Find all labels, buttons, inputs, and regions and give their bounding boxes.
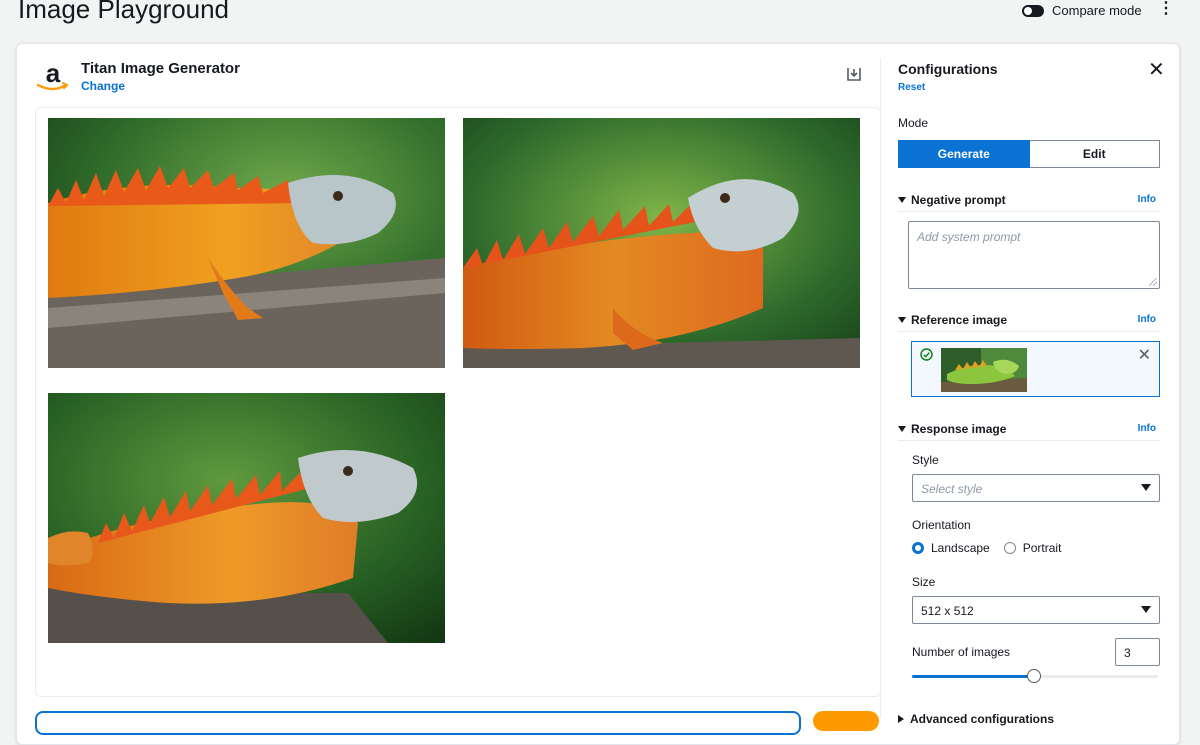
compare-mode-toggle[interactable]: Compare mode	[1022, 3, 1142, 18]
slider-handle[interactable]	[1026, 669, 1041, 683]
caret-down-icon	[898, 426, 906, 432]
panel-divider	[880, 58, 881, 718]
mode-edit-button[interactable]: Edit	[1029, 140, 1160, 168]
negative-prompt-textarea[interactable]: Add system prompt	[908, 221, 1160, 289]
toggle-switch[interactable]	[1022, 4, 1044, 17]
orientation-label: Orientation	[912, 518, 971, 532]
compare-mode-label: Compare mode	[1052, 3, 1142, 18]
reference-image-section[interactable]: Reference image Info	[898, 313, 1160, 332]
reset-link[interactable]: Reset	[898, 82, 925, 93]
landscape-label[interactable]: Landscape	[931, 541, 990, 555]
response-image-label: Response image	[911, 422, 1007, 436]
advanced-configurations-section[interactable]: Advanced configurations	[898, 712, 1054, 726]
radio-landscape[interactable]	[912, 542, 924, 554]
size-label: Size	[912, 575, 936, 589]
negative-prompt-placeholder: Add system prompt	[917, 230, 1021, 244]
generated-image-3[interactable]	[48, 393, 445, 643]
kebab-icon[interactable]: ⋮	[1158, 1, 1174, 17]
caret-down-icon	[1141, 606, 1151, 613]
number-of-images-value: 3	[1124, 646, 1131, 660]
orientation-radio-group: Landscape Portrait	[912, 541, 1061, 555]
prompt-input[interactable]	[35, 711, 801, 735]
style-placeholder: Select style	[921, 482, 983, 496]
reference-image-thumbnail	[941, 348, 1027, 392]
number-of-images-label: Number of images	[912, 645, 1011, 659]
check-circle-icon	[920, 348, 933, 361]
number-of-images-slider[interactable]	[912, 669, 1158, 683]
mode-label: Mode	[898, 116, 929, 130]
advanced-configurations-label: Advanced configurations	[910, 712, 1055, 726]
slider-fill	[912, 675, 1033, 678]
configurations-title: Configurations	[898, 61, 998, 77]
size-select[interactable]: 512 x 512	[912, 596, 1160, 624]
mode-generate-button[interactable]: Generate	[898, 140, 1030, 168]
caret-down-icon	[898, 197, 906, 203]
response-image-info-link[interactable]: Info	[1138, 423, 1156, 434]
style-label: Style	[912, 453, 939, 467]
size-value: 512 x 512	[921, 604, 974, 618]
image-gallery	[35, 107, 881, 697]
close-icon[interactable]: ✕	[1148, 60, 1165, 80]
amazon-logo: a	[36, 60, 69, 91]
caret-right-icon	[898, 715, 904, 723]
model-name: Titan Image Generator	[81, 60, 240, 77]
caret-down-icon	[898, 317, 906, 323]
radio-portrait[interactable]	[1003, 542, 1016, 554]
generated-image-2[interactable]	[463, 118, 860, 368]
mode-segmented-control: Generate Edit	[898, 140, 1160, 168]
negative-prompt-label: Negative prompt	[911, 193, 1006, 207]
reference-image-info-link[interactable]: Info	[1138, 314, 1156, 325]
number-of-images-input[interactable]: 3	[1115, 638, 1160, 666]
negative-prompt-section[interactable]: Negative prompt Info	[898, 193, 1160, 212]
download-icon[interactable]	[846, 66, 862, 82]
reference-image-label: Reference image	[911, 313, 1008, 327]
style-select[interactable]: Select style	[912, 474, 1160, 502]
response-image-section[interactable]: Response image Info	[898, 422, 1160, 441]
generated-image-1[interactable]	[48, 118, 445, 368]
resize-grip-icon[interactable]	[1149, 278, 1157, 286]
reference-image-token: ✕	[911, 341, 1160, 397]
caret-down-icon	[1141, 484, 1151, 491]
change-model-link[interactable]: Change	[81, 79, 125, 93]
remove-reference-icon[interactable]: ✕	[1138, 345, 1151, 365]
negative-prompt-info-link[interactable]: Info	[1138, 194, 1156, 205]
svg-text:a: a	[46, 60, 61, 88]
run-button[interactable]	[813, 711, 879, 731]
page-title: Image Playground	[18, 0, 230, 24]
portrait-label[interactable]: Portrait	[1023, 541, 1062, 555]
